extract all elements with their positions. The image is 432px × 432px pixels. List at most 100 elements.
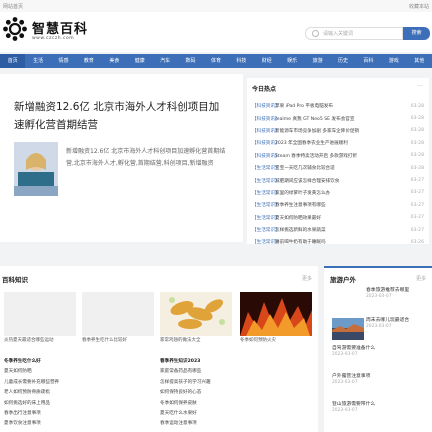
item-title[interactable]: 2023 年全国春季农业生产进展顺利 (275, 140, 406, 146)
featured-article[interactable]: 新增融资12.6亿 北京市海外人才科创项目加速孵化营首期结营 新增融资12.6亿… (0, 74, 243, 242)
travel-item[interactable]: 春季旅游推荐去哪里 2023-03-07 (366, 288, 428, 301)
item-title[interactable]: 新能源车市场竞争加剧 多家车企降价促销 (275, 128, 406, 134)
list-item[interactable]: 春季养生知识2023 (160, 358, 305, 368)
item-category[interactable]: 【生活常识】 (252, 215, 280, 221)
item-title[interactable]: Steam 春季特卖活动开启 多款游戏打折 (275, 153, 406, 159)
list-item[interactable]: 【科技资讯】 realme 真我 GT Neo5 SE 发布会官宣 03-28 (252, 112, 424, 124)
list-item[interactable]: 【生活常识】 减肥期间应该怎样合理安排饮食 03-27 (252, 174, 424, 186)
list-item[interactable]: 【生活常识】 家里的绿萝叶子发黄怎么办 03-27 (252, 187, 424, 199)
top-bar: 网站首页 收藏本站 (0, 0, 432, 12)
list-item[interactable]: 春季运动注意事项 (160, 420, 305, 430)
search-button[interactable]: 搜索 (403, 27, 430, 40)
item-category[interactable]: 【生活常识】 (252, 202, 280, 208)
more-link[interactable]: 更多 (416, 275, 426, 282)
nav-item[interactable]: 娱乐 (279, 54, 304, 68)
list-item[interactable]: 夏季饮食注意事项 (4, 420, 149, 430)
list-item[interactable]: 【科技资讯】 新能源车市场竞争加剧 多家车企降价促销 03-28 (252, 125, 424, 137)
more-icon[interactable]: ··· (417, 83, 423, 90)
list-item[interactable]: 【科技资讯】 苹果 iPad Pro 平板电脑发布 03-28 (252, 100, 424, 112)
article-thumbnail[interactable] (82, 292, 154, 336)
nav-item[interactable]: 其他 (407, 54, 432, 68)
item-title[interactable]: 怎样挑选新鲜的水果蔬菜 (275, 227, 406, 233)
list-item[interactable]: 冬季养生吃什么好 (4, 358, 149, 368)
list-item[interactable]: 如何保持良好的心态 (160, 389, 305, 399)
item-title[interactable]: realme 真我 GT Neo5 SE 发布会官宣 (275, 116, 406, 122)
item-title[interactable]: 春季养生注意事项有哪些 (275, 202, 406, 208)
list-item[interactable]: 家庭常备药品有哪些 (160, 368, 305, 378)
nav-item[interactable]: 体育 (203, 54, 228, 68)
list-item[interactable]: 儿童成长需要补充哪些营养 (4, 379, 149, 389)
list-item[interactable]: 【科技资讯】 Steam 春季特卖活动开启 多款游戏打折 03-28 (252, 150, 424, 162)
item-category[interactable]: 【科技资讯】 (252, 153, 280, 159)
thumbnail-caption[interactable]: 炎热夏天最适合哪些运动 (4, 338, 76, 344)
list-item[interactable]: 【生活常识】 睡前喝牛奶有助于睡眠吗 03-26 (252, 236, 424, 248)
featured-image[interactable] (14, 142, 58, 196)
search-placeholder: 请输入关键词 (323, 31, 354, 37)
article-thumbnail[interactable] (240, 292, 312, 336)
nav-item[interactable]: 情感 (51, 54, 76, 68)
item-category[interactable]: 【科技资讯】 (252, 116, 280, 122)
item-category[interactable]: 【生活常识】 (252, 178, 280, 184)
main-nav: 首页 生活 情感 教育 美食 健康 汽车 数码 体育 科技 财经 娱乐 旅游 历… (0, 54, 432, 68)
item-title[interactable]: 减肥期间应该怎样合理安排饮食 (275, 178, 406, 184)
travel-item[interactable]: 登山旅游需要带什么 2023-03-07 (332, 402, 429, 415)
nav-item[interactable]: 生活 (25, 54, 50, 68)
featured-summary: 新增融资12.6亿 北京市海外人才科创项目加速孵化营首期结营,北京市海外人才,孵… (66, 148, 226, 167)
item-category[interactable]: 【生活常识】 (252, 227, 280, 233)
section-title: 百科知识 (2, 276, 28, 284)
nav-item[interactable]: 历史 (330, 54, 355, 68)
nav-item[interactable]: 汽车 (152, 54, 177, 68)
item-title[interactable]: 家里的绿萝叶子发黄怎么办 (275, 190, 406, 196)
thumbnail-caption[interactable]: 冬季如何预防火灾 (240, 338, 312, 344)
nav-item[interactable]: 百科 (356, 54, 381, 68)
logo-icon[interactable] (2, 16, 28, 42)
list-item[interactable]: 如何挑选好的床上用品 (4, 400, 149, 410)
article-thumbnail[interactable] (4, 292, 76, 336)
bookmark-link[interactable]: 收藏本站 (409, 3, 429, 10)
nav-item[interactable]: 数码 (178, 54, 203, 68)
nav-item[interactable]: 旅游 (305, 54, 330, 68)
nav-item[interactable]: 首页 (0, 54, 26, 68)
nav-item[interactable]: 科技 (229, 54, 254, 68)
nav-item[interactable]: 游戏 (381, 54, 406, 68)
list-item[interactable]: 冬季如何保养皮肤 (160, 400, 305, 410)
nav-item[interactable]: 教育 (76, 54, 101, 68)
list-item[interactable]: 夏天如何防晒 (4, 368, 149, 378)
nav-item[interactable]: 健康 (127, 54, 152, 68)
thumbnail-caption[interactable]: 家常鸡翅的做法大全 (160, 338, 232, 344)
item-category[interactable]: 【科技资讯】 (252, 140, 280, 146)
travel-item-date: 2023-03-07 (366, 294, 392, 300)
list-item[interactable]: 【生活常识】 宝宝一天吃几次辅食比较合适 03-28 (252, 162, 424, 174)
item-title[interactable]: 夏天如何防晒效果最好 (275, 215, 406, 221)
item-category[interactable]: 【生活常识】 (252, 165, 280, 171)
list-item[interactable]: 春季出行注意事项 (4, 410, 149, 420)
item-category[interactable]: 【生活常识】 (252, 239, 280, 245)
home-link[interactable]: 网站首页 (3, 3, 23, 10)
article-thumbnail[interactable] (160, 292, 232, 336)
list-item[interactable]: 【生活常识】 怎样挑选新鲜的水果蔬菜 03-27 (252, 224, 424, 236)
search-input[interactable]: 请输入关键词 (305, 27, 403, 40)
item-title[interactable]: 宝宝一天吃几次辅食比较合适 (275, 165, 406, 171)
item-category[interactable]: 【科技资讯】 (252, 128, 280, 134)
item-category[interactable]: 【生活常识】 (252, 190, 280, 196)
travel-item[interactable]: 户外露营注意事项 2023-03-07 (332, 374, 429, 387)
site-title[interactable]: 智慧百科 (32, 18, 88, 37)
item-title[interactable]: 睡前喝牛奶有助于睡眠吗 (275, 239, 406, 245)
list-item[interactable]: 【生活常识】 春季养生注意事项有哪些 03-27 (252, 199, 424, 211)
item-title[interactable]: 苹果 iPad Pro 平板电脑发布 (275, 103, 406, 109)
list-item[interactable]: 【生活常识】 夏天如何防晒效果最好 03-27 (252, 212, 424, 224)
nav-item[interactable]: 财经 (254, 54, 279, 68)
thumbnail-caption[interactable]: 春季养生吃什么比较好 (82, 338, 154, 344)
travel-item-date: 2023-03-07 (366, 324, 392, 330)
item-category[interactable]: 【科技资讯】 (252, 103, 280, 109)
list-item[interactable]: 【科技资讯】 2023 年全国春季农业生产进展顺利 03-28 (252, 137, 424, 149)
more-link[interactable]: 更多 (302, 275, 312, 282)
travel-item[interactable]: 周末去哪儿玩最适合 2023-03-07 (366, 318, 428, 331)
travel-thumbnail[interactable] (332, 318, 364, 340)
featured-title[interactable]: 新增融资12.6亿 北京市海外人才科创项目加速孵化营首期结营 (14, 98, 224, 134)
list-item[interactable]: 老人如何预防骨质疏松 (4, 389, 149, 399)
list-item[interactable]: 夏天吃什么水果好 (160, 410, 305, 420)
list-item[interactable]: 怎样提高孩子的学习兴趣 (160, 379, 305, 389)
nav-item[interactable]: 美食 (102, 54, 127, 68)
travel-item[interactable]: 自驾游需要准备什么 2023-03-07 (332, 346, 429, 359)
